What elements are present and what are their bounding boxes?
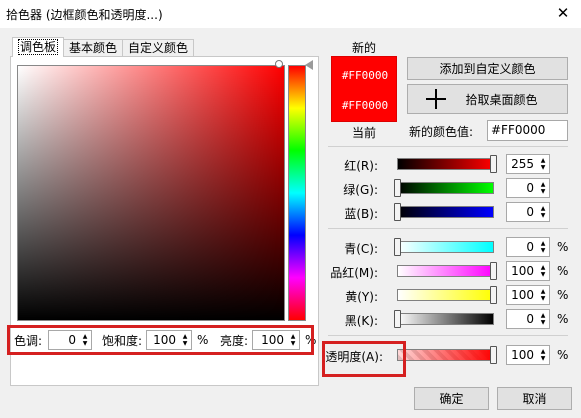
- black-stepper[interactable]: 0 ▲ ▼: [506, 309, 550, 329]
- spin-arrows-icon[interactable]: ▲ ▼: [287, 331, 299, 349]
- magenta-value[interactable]: 100: [507, 264, 537, 278]
- spin-arrows-icon[interactable]: ▲ ▼: [537, 203, 549, 221]
- black-unit: %: [557, 312, 569, 326]
- green-slider[interactable]: [397, 182, 494, 194]
- red-stepper[interactable]: 255 ▲ ▼: [506, 154, 550, 174]
- divider: [328, 146, 568, 147]
- saturation-row: 饱和度: 100 ▲ ▼ %: [102, 328, 208, 352]
- magenta-stepper[interactable]: 100 ▲ ▼: [506, 261, 550, 281]
- yellow-stepper[interactable]: 100 ▲ ▼: [506, 285, 550, 305]
- yellow-slider[interactable]: [397, 289, 494, 301]
- green-value[interactable]: 0: [507, 181, 537, 195]
- spin-arrows-icon[interactable]: ▲ ▼: [179, 331, 191, 349]
- magenta-slider-thumb[interactable]: [490, 262, 497, 280]
- ok-button[interactable]: 确定: [414, 387, 489, 410]
- hue-stepper[interactable]: 0 ▲ ▼: [48, 330, 93, 350]
- hue-value[interactable]: 0: [49, 333, 79, 347]
- blue-slider[interactable]: [397, 206, 494, 218]
- new-value-input[interactable]: #FF0000: [487, 120, 568, 141]
- tab-basic-colors[interactable]: 基本颜色: [63, 39, 124, 57]
- alpha-unit: %: [557, 348, 569, 362]
- divider: [328, 335, 568, 336]
- cyan-unit: %: [557, 240, 569, 254]
- blue-value[interactable]: 0: [507, 205, 537, 219]
- window-title: 拾色器 (边框颜色和透明度...): [6, 8, 163, 22]
- alpha-slider-thumb[interactable]: [490, 346, 497, 364]
- yellow-value[interactable]: 100: [507, 288, 537, 302]
- yellow-label: 黄(Y):: [345, 290, 378, 304]
- yellow-slider-thumb[interactable]: [490, 286, 497, 304]
- dialog-client: 调色板 基本颜色 自定义颜色 色调: 0 ▲ ▼ 饱和度: 100 ▲ ▼ % 亮度…: [0, 28, 581, 418]
- title-bar: 拾色器 (边框颜色和透明度...) ✕: [0, 0, 581, 28]
- spin-arrows-icon[interactable]: ▲ ▼: [537, 262, 549, 280]
- green-label: 绿(G):: [343, 183, 378, 197]
- alpha-stepper[interactable]: 100 ▲ ▼: [506, 345, 550, 365]
- saturation-stepper[interactable]: 100 ▲ ▼: [146, 330, 193, 350]
- new-value-label: 新的颜色值:: [409, 125, 474, 139]
- spin-arrows-icon[interactable]: ▲ ▼: [537, 310, 549, 328]
- tab-palette-label: 调色板: [18, 39, 59, 55]
- saturation-unit: %: [197, 333, 209, 347]
- cyan-slider-thumb[interactable]: [394, 238, 401, 256]
- hue-pointer-icon[interactable]: [305, 60, 313, 70]
- tab-palette[interactable]: 调色板: [12, 37, 65, 57]
- spin-arrows-icon[interactable]: ▲ ▼: [537, 179, 549, 197]
- spin-arrows-icon[interactable]: ▲ ▼: [537, 238, 549, 256]
- magenta-slider[interactable]: [397, 265, 494, 277]
- new-color-text: #FF0000: [341, 69, 389, 82]
- brightness-unit: %: [305, 333, 317, 347]
- black-value[interactable]: 0: [507, 312, 537, 326]
- alpha-label: 透明度(A):: [325, 350, 383, 364]
- cyan-slider[interactable]: [397, 241, 494, 253]
- brightness-stepper[interactable]: 100 ▲ ▼: [252, 330, 301, 350]
- hue-slider[interactable]: [288, 65, 306, 321]
- brightness-row: 亮度: 100 ▲ ▼ %: [220, 328, 316, 352]
- saturation-brightness-field[interactable]: [17, 65, 285, 321]
- brightness-label: 亮度:: [220, 333, 249, 348]
- cancel-button[interactable]: 取消: [497, 387, 572, 410]
- pick-screen-color-label: 拾取桌面颜色: [465, 92, 538, 107]
- brightness-value[interactable]: 100: [253, 333, 287, 347]
- alpha-slider[interactable]: [397, 349, 494, 361]
- new-label: 新的: [352, 41, 377, 55]
- black-slider[interactable]: [397, 313, 494, 325]
- cyan-stepper[interactable]: 0 ▲ ▼: [506, 237, 550, 257]
- blue-slider-thumb[interactable]: [394, 203, 401, 221]
- black-label: 黑(K):: [344, 314, 378, 328]
- spin-arrows-icon[interactable]: ▲ ▼: [537, 286, 549, 304]
- green-stepper[interactable]: 0 ▲ ▼: [506, 178, 550, 198]
- magenta-label: 品红(M):: [330, 266, 378, 280]
- spin-arrows-icon[interactable]: ▲ ▼: [79, 331, 91, 349]
- hue-label: 色调:: [14, 333, 43, 348]
- sv-marker-icon[interactable]: [275, 60, 283, 68]
- plus-icon: [426, 89, 446, 109]
- alpha-value[interactable]: 100: [507, 348, 537, 362]
- blue-stepper[interactable]: 0 ▲ ▼: [506, 202, 550, 222]
- color-preview-swatch: #FF0000 #FF0000: [331, 56, 397, 122]
- magenta-unit: %: [557, 264, 569, 278]
- red-slider[interactable]: [397, 158, 494, 170]
- spin-arrows-icon[interactable]: ▲ ▼: [537, 155, 549, 173]
- divider: [328, 228, 568, 229]
- spin-arrows-icon[interactable]: ▲ ▼: [537, 346, 549, 364]
- add-custom-color-button[interactable]: 添加到自定义颜色: [407, 57, 568, 80]
- yellow-unit: %: [557, 288, 569, 302]
- red-slider-thumb[interactable]: [490, 155, 497, 173]
- tab-custom-colors[interactable]: 自定义颜色: [122, 39, 195, 57]
- cyan-label: 青(C):: [344, 242, 378, 256]
- green-slider-thumb[interactable]: [394, 179, 401, 197]
- black-slider-thumb[interactable]: [394, 310, 401, 328]
- blue-label: 蓝(B):: [344, 207, 378, 221]
- close-button[interactable]: ✕: [545, 0, 581, 26]
- hue-row: 色调: 0 ▲ ▼: [14, 328, 93, 352]
- current-label: 当前: [352, 126, 377, 140]
- saturation-value[interactable]: 100: [147, 333, 179, 347]
- tab-strip: 调色板 基本颜色 自定义颜色: [12, 37, 195, 57]
- cyan-value[interactable]: 0: [507, 240, 537, 254]
- saturation-label: 饱和度:: [102, 333, 143, 348]
- red-value[interactable]: 255: [507, 157, 537, 171]
- pick-screen-color-button[interactable]: 拾取桌面颜色: [407, 84, 568, 114]
- red-label: 红(R):: [344, 159, 378, 173]
- current-color-text: #FF0000: [341, 99, 389, 112]
